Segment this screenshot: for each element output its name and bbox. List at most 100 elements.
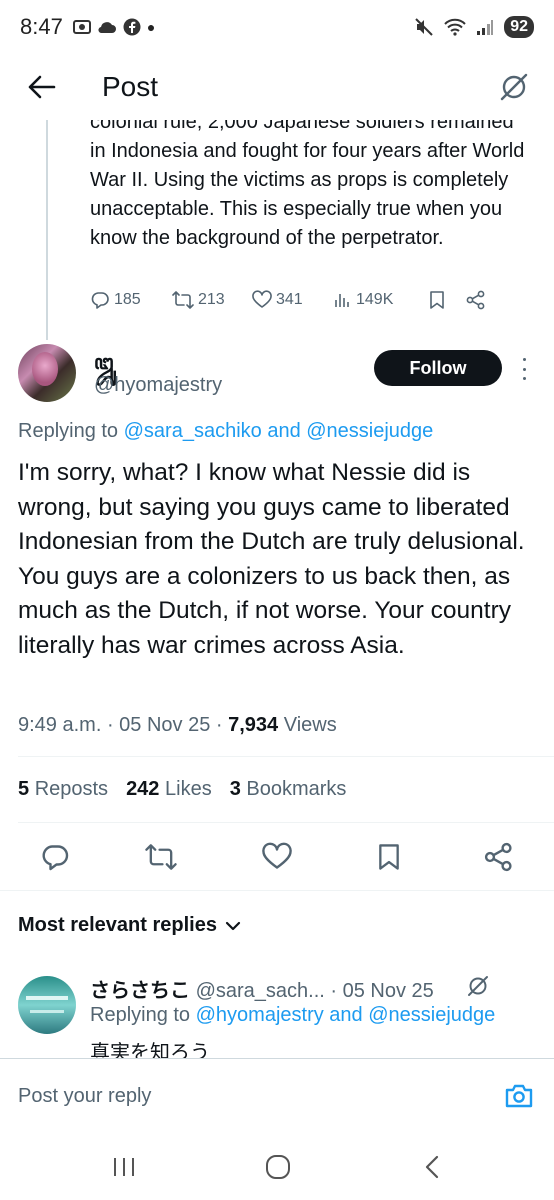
reply-replying-to: Replying to @hyomajestry and @nessiejudg… [90,1004,495,1027]
reposts-label: Reposts [34,778,109,800]
post-action-bar [0,836,554,880]
parent-post[interactable]: colonial rule, 2,000 Japanese soldiers r… [0,120,554,340]
reply-replying-users-link[interactable]: @hyomajestry and @nessiejudge [196,1004,496,1026]
cloud-icon [98,22,116,34]
reposts-stat[interactable]: 5 Reposts [18,778,108,801]
back-button[interactable] [22,67,62,107]
share-icon [466,290,485,310]
grok-icon[interactable] [466,974,490,998]
dot-icon: ● [146,19,156,35]
parent-views-count: 149K [356,291,394,308]
post-views-label: Views [283,714,337,736]
post-author-row: ꦈꦸ @hyomajestry Follow [0,344,554,408]
reply-handle[interactable]: @sara_sach... [196,980,325,1002]
grok-icon [500,73,528,101]
post-stats: 5 Reposts 242 Likes 3 Bookmarks [18,778,346,801]
parent-share-button[interactable] [466,290,486,310]
reply-button[interactable] [38,840,72,874]
system-icons: 92 [414,16,534,38]
wifi-icon [444,18,466,36]
repost-button[interactable] [144,840,178,874]
parent-reply-button[interactable]: 185 [90,290,172,310]
bookmarks-label: Bookmarks [246,778,347,800]
like-button[interactable] [260,840,294,874]
parent-repost-count: 213 [198,291,225,308]
parent-views-button[interactable]: 149K [334,291,428,309]
post-text: I'm sorry, what? I know what Nessie did … [18,459,525,659]
heart-icon [252,290,272,308]
chevron-down-icon [225,921,241,930]
status-time: 8:47 [20,14,63,39]
home-icon [266,1155,290,1179]
reply-replying-prefix: Replying to [90,1004,191,1026]
avatar[interactable] [18,344,76,402]
parent-repost-button[interactable]: 213 [172,290,252,310]
parent-post-text: colonial rule, 2,000 Japanese soldiers r… [90,120,525,249]
replying-users-link[interactable]: @sara_sachiko and @nessiejudge [124,420,434,442]
bookmark-icon [379,844,399,870]
likes-count: 242 [126,778,160,800]
reply-post[interactable]: さらさちこ @sara_sach... · 05 Nov 25 Replying… [0,968,554,1064]
recents-icon [114,1158,134,1176]
top-app-bar: Post [0,54,554,120]
camera-icon [505,1084,533,1108]
replying-prefix: Replying to [18,420,119,442]
recents-button[interactable] [104,1150,144,1184]
repost-icon [172,291,194,309]
arrow-left-icon [28,75,56,99]
home-button[interactable] [258,1150,298,1184]
notification-icons: ● [72,18,156,36]
screenshot-icon [72,20,91,34]
replying-to: Replying to @sara_sachiko and @nessiejud… [18,420,433,443]
system-navigation-bar [0,1134,554,1200]
back-nav-button[interactable] [412,1150,452,1184]
parent-reply-count: 185 [114,291,141,308]
author-handle[interactable]: @hyomajestry [94,374,222,397]
bookmarks-count: 3 [229,778,241,800]
post-meta: 9:49 a.m. · 05 Nov 25 · 7,934 Views [18,714,337,736]
follow-button[interactable]: Follow [374,350,502,386]
more-options-icon[interactable] [518,358,530,380]
likes-label: Likes [165,778,212,800]
reposts-count: 5 [18,778,30,800]
bookmarks-stat[interactable]: 3 Bookmarks [230,778,347,801]
grok-button[interactable] [496,69,532,105]
page-title: Post [102,71,159,102]
reply-sort-dropdown[interactable]: Most relevant replies [18,914,241,937]
views-icon [335,294,349,307]
status-bar: 8:47 ● 92 [0,0,554,54]
bookmark-icon [430,291,444,309]
post-date: 05 Nov 25 [119,714,211,736]
reply-icon [91,292,109,309]
battery-indicator: 92 [504,16,534,38]
reply-sort-label: Most relevant replies [18,914,217,936]
heart-icon [262,842,292,869]
parent-post-actions: 185 213 341 149K [90,290,530,310]
likes-stat[interactable]: 242 Likes [126,778,212,801]
signal-icon [477,20,494,35]
reply-composer: Post your reply [0,1058,554,1134]
mute-icon [415,18,433,36]
reply-header: さらさちこ @sara_sach... · 05 Nov 25 [90,974,434,1003]
reply-icon [42,845,69,871]
parent-like-count: 341 [276,291,303,308]
post-views-count: 7,934 [228,714,279,736]
reply-display-name[interactable]: さらさちこ [90,980,190,1002]
parent-like-button[interactable]: 341 [252,290,334,310]
camera-button[interactable] [502,1079,536,1113]
divider [18,822,554,823]
repost-icon [145,844,177,870]
avatar[interactable] [18,976,76,1034]
chevron-left-icon [425,1155,439,1179]
reply-date: · 05 Nov 25 [330,980,434,1002]
reply-input[interactable]: Post your reply [18,1085,151,1108]
parent-bookmark-button[interactable] [428,290,466,310]
thread-connector [46,120,48,340]
divider [0,890,554,891]
share-icon [484,842,512,872]
divider [18,756,554,757]
share-button[interactable] [482,840,516,874]
facebook-icon [123,18,141,36]
post-time: 9:49 a.m. [18,714,102,736]
bookmark-button[interactable] [372,840,406,874]
